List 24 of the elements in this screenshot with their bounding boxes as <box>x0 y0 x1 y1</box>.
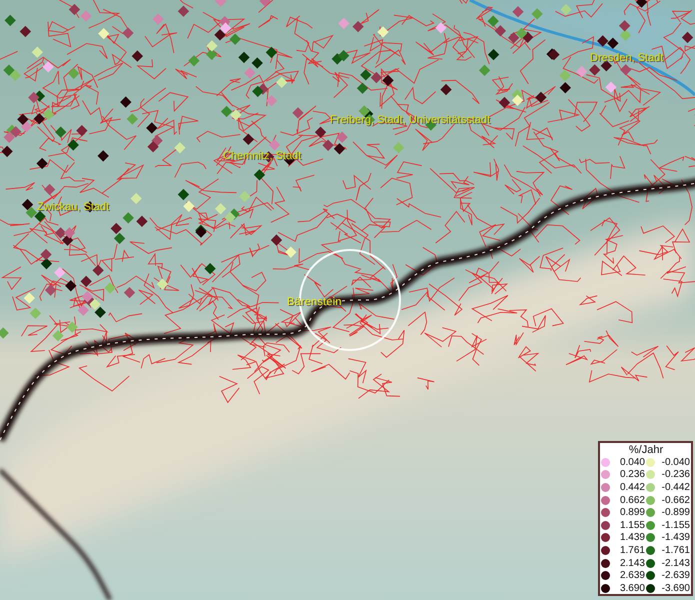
legend-label: 2.639 <box>618 570 645 582</box>
legend-label: 1.439 <box>618 532 645 544</box>
legend-label: -0.040 <box>660 456 690 468</box>
legend-label: 0.040 <box>618 456 645 468</box>
legend-label: -0.899 <box>660 507 690 518</box>
legend-label: -2.143 <box>660 558 690 569</box>
legend-label: -0.662 <box>660 494 690 506</box>
legend-label: 2.143 <box>618 558 645 569</box>
legend-label: 1.761 <box>618 544 645 556</box>
legend-label: -1.439 <box>660 532 690 544</box>
legend-label: -1.155 <box>660 520 690 531</box>
legend-label: 0.442 <box>618 482 645 493</box>
legend-label: -2.639 <box>660 570 690 582</box>
legend-label: -0.442 <box>660 482 690 493</box>
legend-label: -1.761 <box>660 544 690 556</box>
legend-label: -3.690 <box>660 582 690 594</box>
legend-label: -0.236 <box>660 469 690 480</box>
legend-title: %/Jahr <box>628 444 664 456</box>
legend-label: 0.236 <box>618 469 645 480</box>
legend-label: 1.155 <box>618 520 645 531</box>
legend-label: 0.899 <box>618 507 645 518</box>
legend-label: 0.662 <box>618 494 645 506</box>
place-label: Dresden, Stadt <box>590 52 664 64</box>
legend-label: 3.690 <box>618 582 645 594</box>
